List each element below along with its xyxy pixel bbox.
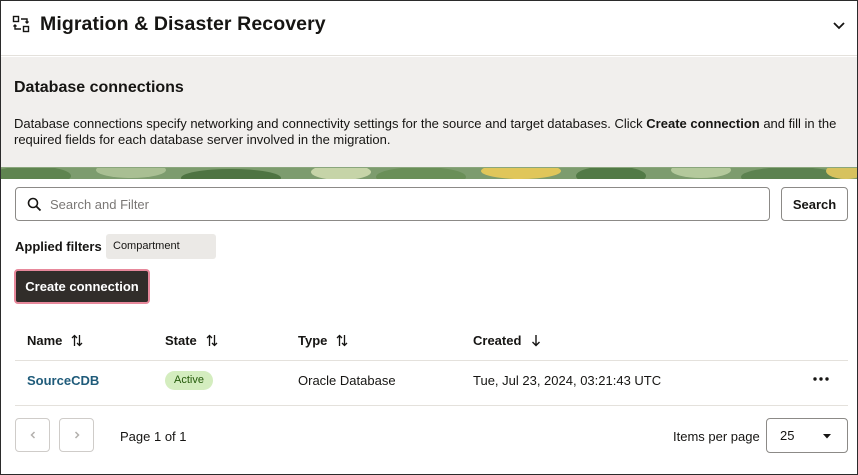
items-per-page-select[interactable]: 25 (766, 418, 848, 453)
filter-chip-compartment[interactable]: Compartment (106, 234, 216, 259)
migration-icon (12, 15, 30, 33)
table-row-divider (15, 405, 848, 406)
section-header[interactable]: Migration & Disaster Recovery (1, 1, 857, 56)
previous-page-button[interactable] (15, 418, 50, 452)
column-header-name[interactable]: Name (27, 333, 83, 348)
main-content: Search Applied filters Compartment Creat… (1, 179, 857, 474)
chevron-down-icon[interactable] (831, 17, 847, 33)
more-actions-icon[interactable] (811, 369, 831, 389)
items-per-page-value: 25 (780, 428, 795, 443)
create-connection-button[interactable]: Create connection (14, 269, 150, 304)
column-header-label: Name (27, 333, 63, 348)
decorative-leaf-band (1, 167, 857, 179)
items-per-page-label: Items per page (673, 429, 760, 444)
sort-icon (336, 334, 348, 347)
search-button[interactable]: Search (781, 187, 848, 221)
connection-created: Tue, Jul 23, 2024, 03:21:43 UTC (473, 373, 662, 388)
connection-type: Oracle Database (298, 373, 396, 388)
column-header-label: Created (473, 333, 522, 348)
chevron-left-icon (29, 431, 35, 439)
connection-name-link[interactable]: SourceCDB (27, 373, 99, 388)
search-input[interactable] (50, 188, 760, 220)
search-icon (27, 197, 42, 212)
sort-icon (71, 334, 83, 347)
column-header-state[interactable]: State (165, 333, 218, 348)
leaf-pattern-image (1, 167, 857, 179)
column-header-created[interactable]: Created (473, 333, 542, 348)
section-description: Database connections specify networking … (14, 116, 844, 148)
app-frame: Migration & Disaster Recovery Database c… (0, 0, 858, 475)
sort-descending-icon (532, 335, 541, 347)
description-emphasis: Create connection (646, 116, 760, 131)
section-heading: Database connections (14, 79, 184, 96)
table-header-divider (15, 360, 848, 361)
column-header-type[interactable]: Type (298, 333, 348, 348)
search-field[interactable] (15, 187, 770, 221)
page-indicator: Page 1 of 1 (120, 429, 187, 444)
page-title: Migration & Disaster Recovery (40, 13, 326, 35)
chevron-right-icon (74, 431, 80, 439)
applied-filters-label: Applied filters (15, 239, 102, 254)
sort-icon (206, 334, 218, 347)
column-header-label: Type (298, 333, 328, 348)
caret-down-icon (823, 434, 831, 439)
intro-banner: Database connections Database connection… (1, 57, 857, 167)
next-page-button[interactable] (59, 418, 94, 452)
status-badge: Active (165, 371, 213, 390)
description-text: Database connections specify networking … (14, 116, 647, 131)
column-header-label: State (165, 333, 197, 348)
